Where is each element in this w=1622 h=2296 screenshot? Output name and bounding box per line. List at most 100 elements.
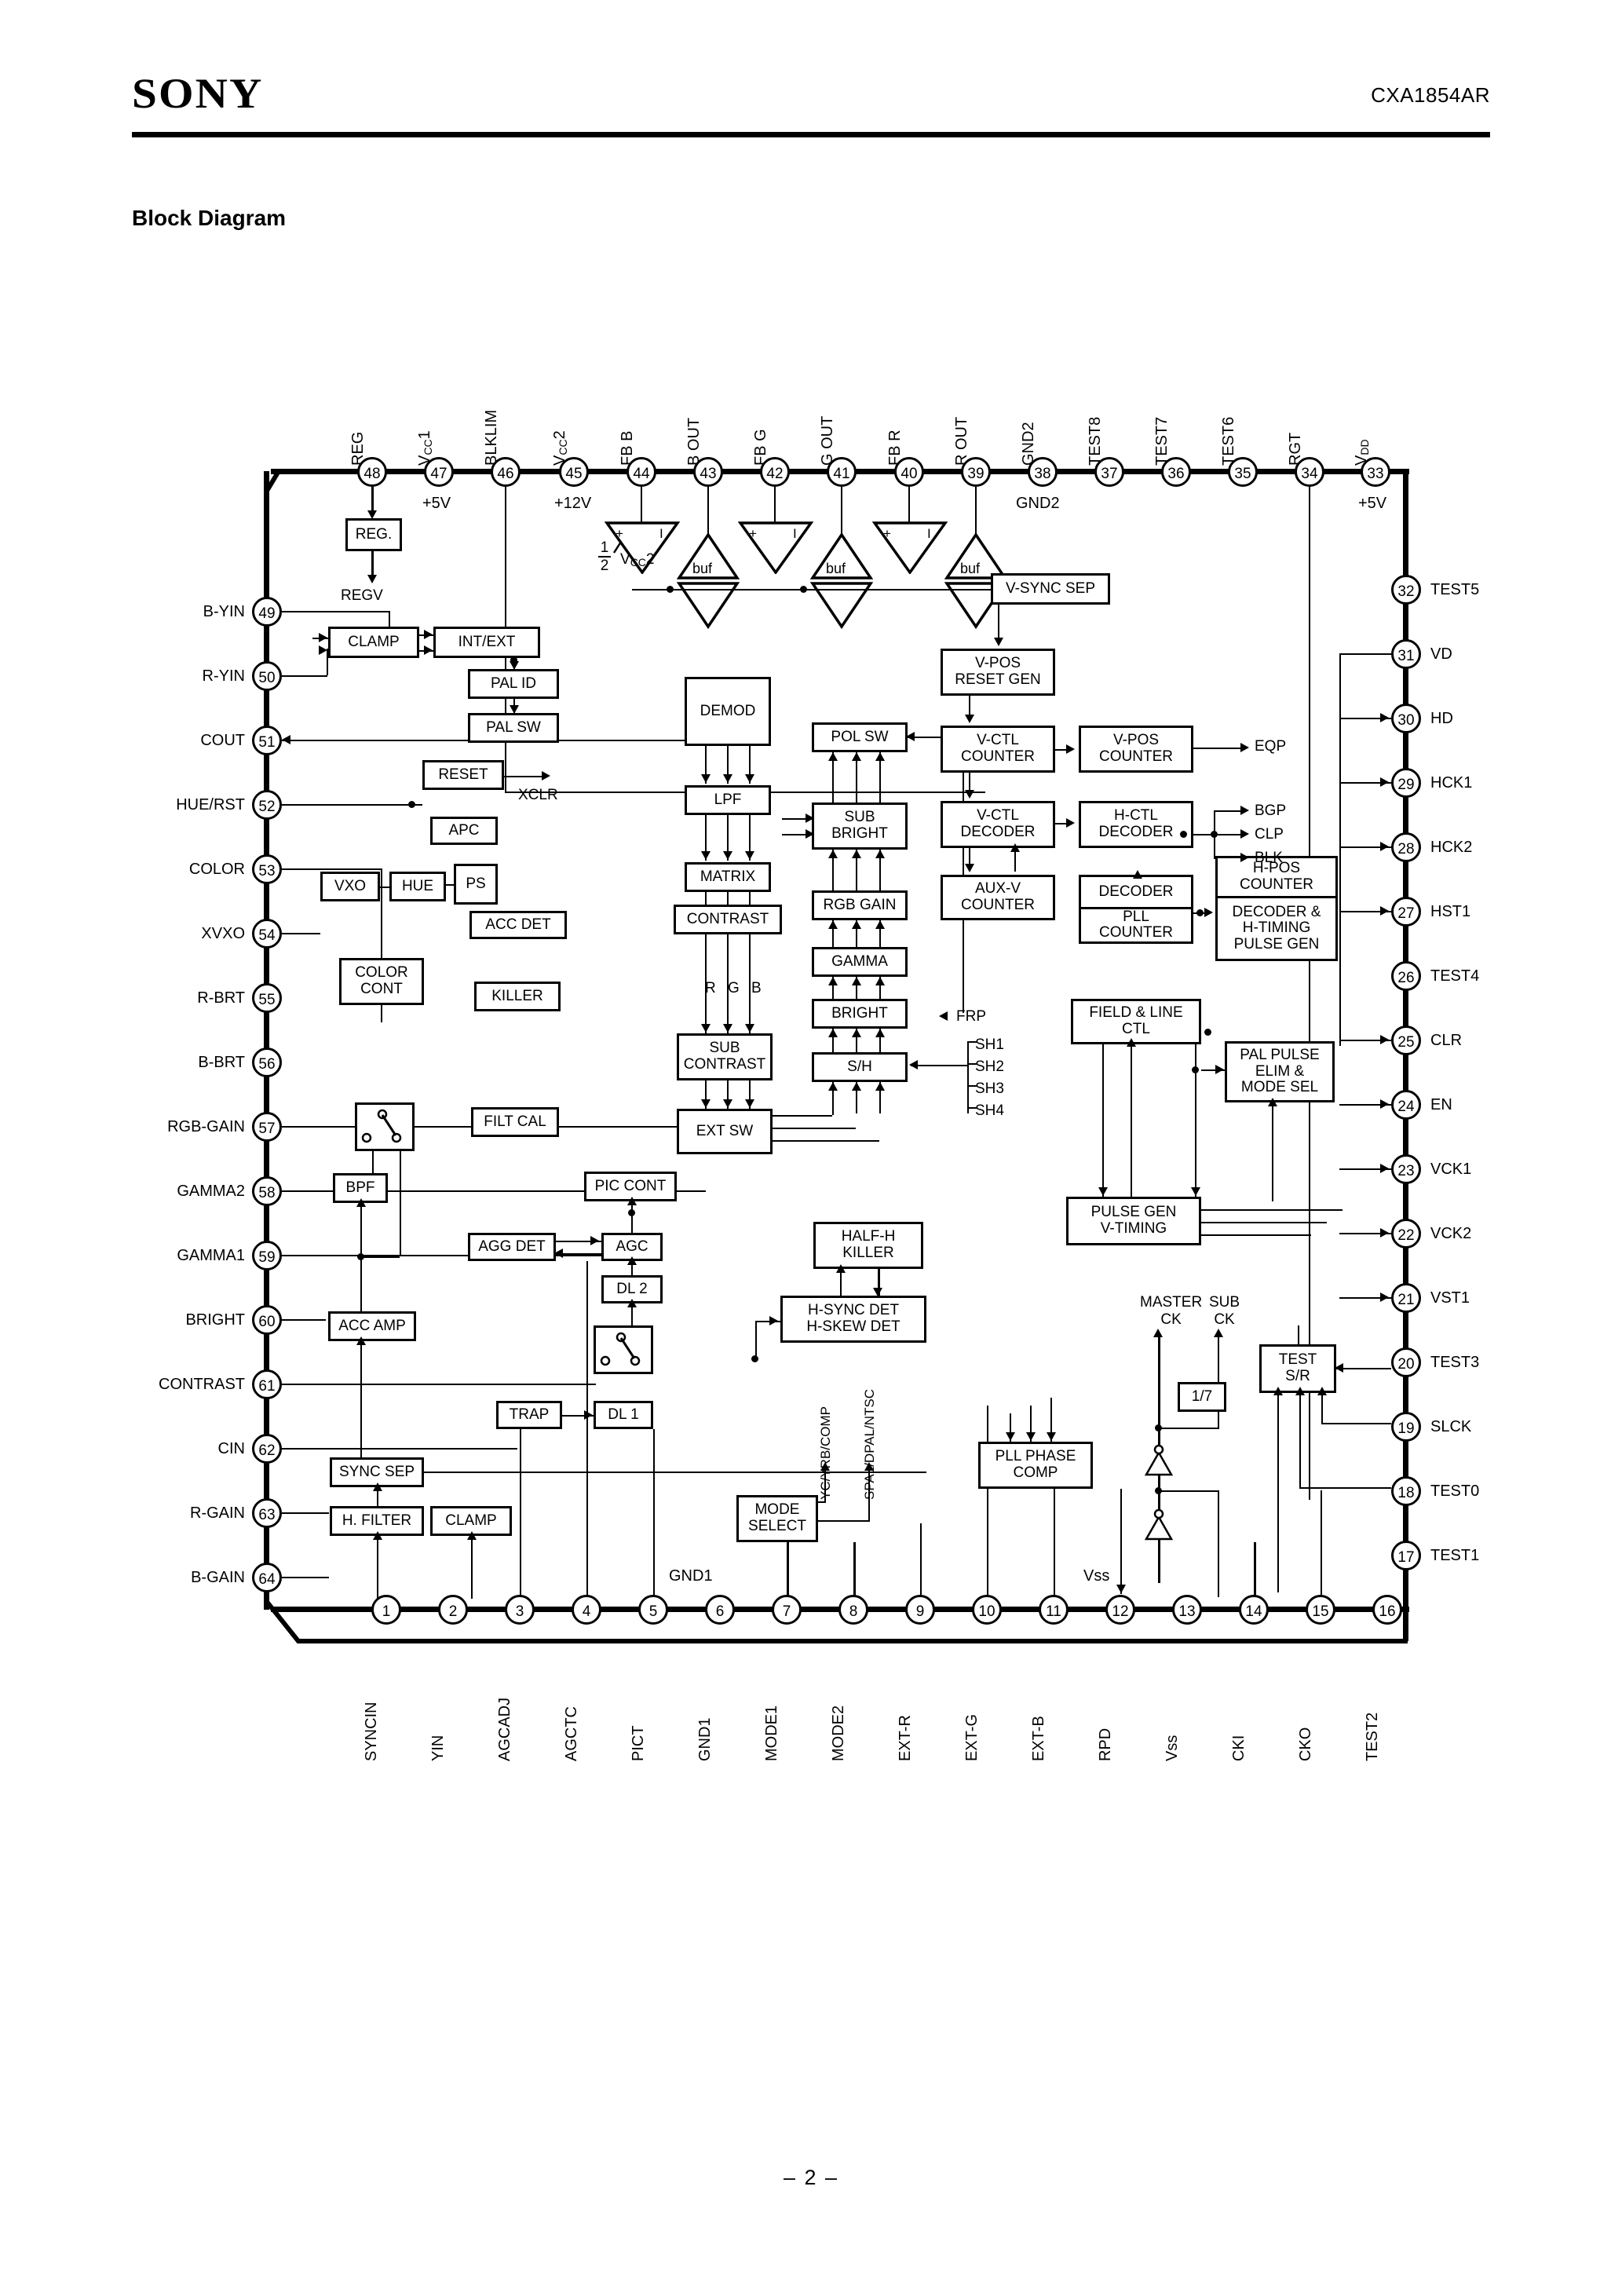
pin-21[interactable]: 21 <box>1391 1283 1421 1313</box>
pin-8[interactable]: 8 <box>838 1595 868 1625</box>
pin-34[interactable]: 34 <box>1295 457 1324 487</box>
pin-39[interactable]: 39 <box>961 457 991 487</box>
pin-60[interactable]: 60 <box>252 1305 282 1335</box>
block-ps[interactable]: PS <box>454 864 498 905</box>
pin-5[interactable]: 5 <box>638 1595 668 1625</box>
block-divider-1-7[interactable]: 1/7 <box>1178 1382 1226 1412</box>
pin-16[interactable]: 16 <box>1372 1595 1402 1625</box>
block-demod[interactable]: DEMOD <box>685 677 771 746</box>
pin-46[interactable]: 46 <box>491 457 521 487</box>
block-hue[interactable]: HUE <box>389 872 446 901</box>
pin-50[interactable]: 50 <box>252 661 282 691</box>
pin-63[interactable]: 63 <box>252 1498 282 1528</box>
pin-55[interactable]: 55 <box>252 983 282 1013</box>
block-acc-det[interactable]: ACC DET <box>469 911 567 939</box>
block-half-h-killer[interactable]: HALF-H KILLER <box>813 1222 923 1269</box>
pin-43[interactable]: 43 <box>693 457 723 487</box>
pin-64[interactable]: 64 <box>252 1563 282 1592</box>
switch-dl[interactable] <box>594 1325 653 1374</box>
pin-36[interactable]: 36 <box>1161 457 1191 487</box>
pin-41[interactable]: 41 <box>827 457 857 487</box>
block-v-ctl-decoder[interactable]: V-CTL DECODER <box>941 801 1055 848</box>
block-pulse-gen-v-timing[interactable]: PULSE GEN V-TIMING <box>1066 1197 1201 1245</box>
pin-4[interactable]: 4 <box>572 1595 601 1625</box>
block-gamma[interactable]: GAMMA <box>812 947 908 977</box>
block-trap[interactable]: TRAP <box>496 1401 562 1429</box>
block-acc-amp[interactable]: ACC AMP <box>328 1311 416 1341</box>
block-contrast[interactable]: CONTRAST <box>674 905 782 934</box>
block-test-sr[interactable]: TEST S/R <box>1259 1344 1336 1393</box>
block-h-ctl-decoder[interactable]: H-CTL DECODER <box>1079 801 1193 848</box>
block-h-pos-group[interactable]: H-POS COUNTER DECODER & H-TIMING PULSE G… <box>1215 856 1338 961</box>
pin-42[interactable]: 42 <box>760 457 790 487</box>
block-sub-contrast[interactable]: SUB CONTRAST <box>677 1033 773 1080</box>
pin-61[interactable]: 61 <box>252 1369 282 1399</box>
block-decoder-pll[interactable]: DECODER PLL COUNTER <box>1079 875 1193 944</box>
pin-6[interactable]: 6 <box>705 1595 735 1625</box>
block-ext-sw[interactable]: EXT SW <box>677 1109 773 1154</box>
block-decoder-h-timing[interactable]: DECODER & H-TIMING PULSE GEN <box>1218 898 1335 959</box>
pin-27[interactable]: 27 <box>1391 897 1421 927</box>
block-decoder[interactable]: DECODER <box>1081 877 1191 909</box>
pin-53[interactable]: 53 <box>252 854 282 884</box>
pin-56[interactable]: 56 <box>252 1047 282 1077</box>
pin-20[interactable]: 20 <box>1391 1347 1421 1377</box>
block-int-ext[interactable]: INT/EXT <box>433 627 540 658</box>
pin-62[interactable]: 62 <box>252 1434 282 1464</box>
block-sh[interactable]: S/H <box>812 1052 908 1082</box>
pin-30[interactable]: 30 <box>1391 704 1421 733</box>
block-apc[interactable]: APC <box>430 817 498 845</box>
block-aux-v-counter[interactable]: AUX-V COUNTER <box>941 875 1055 920</box>
pin-22[interactable]: 22 <box>1391 1219 1421 1249</box>
pin-3[interactable]: 3 <box>505 1595 535 1625</box>
pin-59[interactable]: 59 <box>252 1241 282 1270</box>
pin-23[interactable]: 23 <box>1391 1154 1421 1184</box>
pin-40[interactable]: 40 <box>894 457 924 487</box>
block-v-pos-counter[interactable]: V-POS COUNTER <box>1079 726 1193 773</box>
pin-13[interactable]: 13 <box>1172 1595 1202 1625</box>
block-dl1[interactable]: DL 1 <box>594 1401 653 1429</box>
block-rgb-gain[interactable]: RGB GAIN <box>812 890 908 920</box>
block-vxo[interactable]: VXO <box>320 872 380 901</box>
pin-52[interactable]: 52 <box>252 790 282 820</box>
pin-37[interactable]: 37 <box>1094 457 1124 487</box>
pin-2[interactable]: 2 <box>438 1595 468 1625</box>
block-reset[interactable]: RESET <box>422 760 504 790</box>
pin-35[interactable]: 35 <box>1228 457 1258 487</box>
block-agg-det[interactable]: AGG DET <box>468 1233 556 1261</box>
pin-54[interactable]: 54 <box>252 919 282 949</box>
pin-49[interactable]: 49 <box>252 597 282 627</box>
pin-7[interactable]: 7 <box>772 1595 802 1625</box>
pin-12[interactable]: 12 <box>1105 1595 1135 1625</box>
pin-33[interactable]: 33 <box>1361 457 1390 487</box>
block-pll-counter[interactable]: PLL COUNTER <box>1081 909 1191 941</box>
pin-24[interactable]: 24 <box>1391 1090 1421 1120</box>
pin-18[interactable]: 18 <box>1391 1476 1421 1506</box>
pin-28[interactable]: 28 <box>1391 832 1421 862</box>
block-bright[interactable]: BRIGHT <box>812 999 908 1029</box>
pin-10[interactable]: 10 <box>972 1595 1002 1625</box>
block-reg[interactable]: REG. <box>345 518 402 551</box>
pin-15[interactable]: 15 <box>1306 1595 1335 1625</box>
block-field-line-ctl[interactable]: FIELD & LINE CTL <box>1071 999 1201 1044</box>
pin-29[interactable]: 29 <box>1391 768 1421 798</box>
block-h-sync-det[interactable]: H-SYNC DET H-SKEW DET <box>780 1296 926 1343</box>
switch-gamma[interactable] <box>355 1102 415 1151</box>
block-pll-phase-comp[interactable]: PLL PHASE COMP <box>978 1442 1093 1489</box>
block-mode-select[interactable]: MODE SELECT <box>736 1495 818 1542</box>
block-pal-id[interactable]: PAL ID <box>468 669 559 699</box>
pin-17[interactable]: 17 <box>1391 1541 1421 1570</box>
pin-58[interactable]: 58 <box>252 1176 282 1206</box>
block-filt-cal[interactable]: FILT CAL <box>471 1107 559 1137</box>
block-killer[interactable]: KILLER <box>474 982 561 1011</box>
pin-38[interactable]: 38 <box>1028 457 1058 487</box>
block-pol-sw[interactable]: POL SW <box>812 722 908 752</box>
block-pal-sw[interactable]: PAL SW <box>468 713 559 743</box>
pin-1[interactable]: 1 <box>371 1595 401 1625</box>
block-clamp-top[interactable]: CLAMP <box>328 627 419 658</box>
pin-45[interactable]: 45 <box>559 457 589 487</box>
block-pal-pulse-elim[interactable]: PAL PULSE ELIM & MODE SEL <box>1225 1041 1335 1102</box>
pin-51[interactable]: 51 <box>252 726 282 755</box>
pin-47[interactable]: 47 <box>424 457 454 487</box>
pin-31[interactable]: 31 <box>1391 639 1421 669</box>
